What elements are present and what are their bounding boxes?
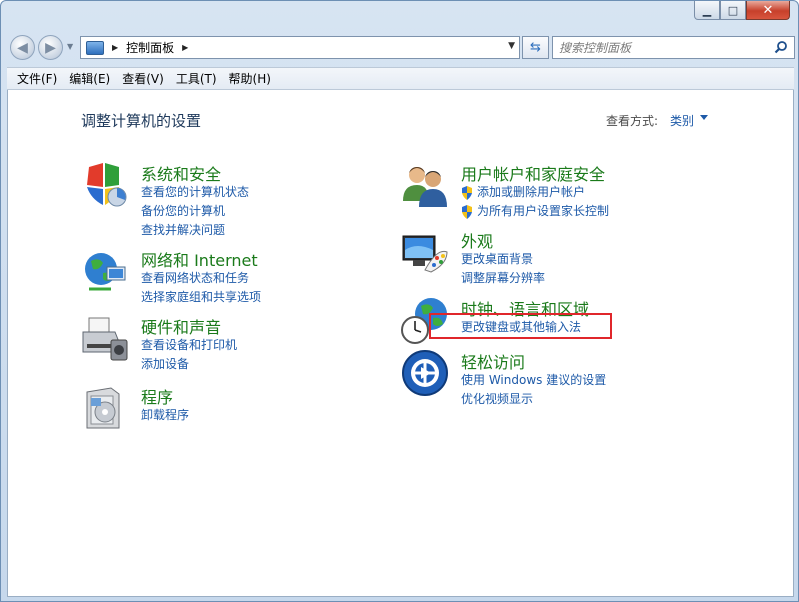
refresh-icon: ⇆ bbox=[530, 40, 541, 55]
category-title[interactable]: 用户帐户和家庭安全 bbox=[461, 161, 605, 185]
breadcrumb-separator-icon[interactable]: ▶ bbox=[112, 43, 118, 52]
back-arrow-icon: ◀ bbox=[17, 39, 28, 56]
menu-tools[interactable]: 工具(T) bbox=[170, 68, 223, 89]
category-network: 网络和 Internet 查看网络状态和任务 选择家庭组和共享选项 bbox=[81, 247, 381, 307]
category-hardware: 硬件和声音 查看设备和打印机 添加设备 bbox=[81, 314, 381, 374]
link-optimize-video-display[interactable]: 优化视频显示 bbox=[461, 390, 606, 409]
caption-buttons: ▁ □ ✕ bbox=[694, 1, 790, 20]
uac-shield-icon bbox=[462, 205, 472, 219]
link-add-remove-accounts[interactable]: 添加或删除用户帐户 bbox=[461, 183, 609, 202]
category-title[interactable]: 外观 bbox=[461, 228, 493, 252]
address-dropdown-icon[interactable]: ▼ bbox=[508, 41, 515, 51]
recent-pages-dropdown[interactable]: ▼ bbox=[67, 42, 77, 51]
category-title[interactable]: 系统和安全 bbox=[141, 161, 221, 185]
forward-button[interactable]: ▶ bbox=[38, 35, 63, 60]
link-backup-computer[interactable]: 备份您的计算机 bbox=[141, 202, 249, 221]
search-input[interactable] bbox=[559, 40, 764, 55]
uac-shield-icon bbox=[462, 186, 472, 200]
category-title[interactable]: 网络和 Internet bbox=[141, 247, 258, 271]
link-parental-controls[interactable]: 为所有用户设置家长控制 bbox=[461, 202, 609, 221]
menu-view[interactable]: 查看(V) bbox=[116, 68, 170, 89]
link-change-desktop-background[interactable]: 更改桌面背景 bbox=[461, 250, 545, 269]
control-panel-icon bbox=[86, 40, 104, 55]
monitor-palette-icon bbox=[402, 235, 448, 273]
search-icon[interactable] bbox=[774, 40, 788, 54]
control-panel-content: 调整计算机的设置 查看方式: 类别 系统和安全 查看您的计算机状态 备份您的计算… bbox=[7, 90, 794, 597]
category-user-accounts: 用户帐户和家庭安全 添加或删除用户帐户 为所有用户设置家长控制 bbox=[401, 161, 721, 221]
link-view-network-status[interactable]: 查看网络状态和任务 bbox=[141, 269, 261, 288]
users-icon bbox=[403, 167, 447, 207]
menu-file[interactable]: 文件(F) bbox=[11, 68, 63, 89]
view-by-caret-icon[interactable] bbox=[700, 115, 708, 120]
highlight-annotation-box bbox=[429, 313, 612, 339]
category-title[interactable]: 程序 bbox=[141, 384, 173, 408]
category-system-security: 系统和安全 查看您的计算机状态 备份您的计算机 查找并解决问题 bbox=[81, 161, 381, 241]
menu-help[interactable]: 帮助(H) bbox=[223, 68, 277, 89]
link-find-fix-problems[interactable]: 查找并解决问题 bbox=[141, 221, 249, 240]
forward-arrow-icon: ▶ bbox=[45, 39, 56, 56]
address-toolbar: ◀ ▶ ▼ ▶ 控制面板 ▶ ▼ ⇆ bbox=[7, 34, 795, 60]
link-adjust-resolution[interactable]: 调整屏幕分辨率 bbox=[461, 269, 545, 288]
back-button[interactable]: ◀ bbox=[10, 35, 35, 60]
link-uninstall-program[interactable]: 卸载程序 bbox=[141, 406, 189, 425]
menu-edit[interactable]: 编辑(E) bbox=[63, 68, 116, 89]
category-title[interactable]: 轻松访问 bbox=[461, 349, 525, 373]
view-by-label: 查看方式: bbox=[606, 114, 659, 128]
address-bar[interactable]: ▶ 控制面板 ▶ ▼ bbox=[80, 36, 520, 59]
link-view-devices-printers[interactable]: 查看设备和打印机 bbox=[141, 336, 237, 355]
refresh-button[interactable]: ⇆ bbox=[522, 36, 549, 59]
page-title: 调整计算机的设置 bbox=[81, 112, 202, 130]
minimize-button[interactable]: ▁ bbox=[694, 1, 720, 20]
maximize-button[interactable]: □ bbox=[720, 1, 746, 20]
link-view-computer-status[interactable]: 查看您的计算机状态 bbox=[141, 183, 249, 202]
link-add-device[interactable]: 添加设备 bbox=[141, 355, 237, 374]
close-button[interactable]: ✕ bbox=[746, 1, 790, 20]
ease-of-access-icon bbox=[402, 350, 448, 396]
category-title[interactable]: 硬件和声音 bbox=[141, 314, 221, 338]
view-by-dropdown[interactable]: 类别 bbox=[670, 112, 694, 129]
globe-network-icon bbox=[85, 253, 126, 291]
menu-bar: 文件(F) 编辑(E) 查看(V) 工具(T) 帮助(H) bbox=[7, 67, 794, 90]
shield-icon bbox=[87, 163, 127, 207]
printer-icon bbox=[82, 317, 128, 361]
search-box[interactable] bbox=[552, 36, 795, 59]
link-label: 为所有用户设置家长控制 bbox=[477, 204, 610, 218]
category-programs: 程序 卸载程序 bbox=[81, 384, 381, 444]
link-homegroup-sharing[interactable]: 选择家庭组和共享选项 bbox=[141, 288, 261, 307]
link-windows-recommended-settings[interactable]: 使用 Windows 建议的设置 bbox=[461, 371, 606, 390]
category-appearance: 外观 更改桌面背景 调整屏幕分辨率 bbox=[401, 228, 721, 288]
program-box-icon bbox=[86, 387, 120, 429]
category-ease-of-access: 轻松访问 使用 Windows 建议的设置 优化视频显示 bbox=[401, 349, 721, 409]
link-label: 添加或删除用户帐户 bbox=[477, 185, 586, 199]
breadcrumb-chevron-icon[interactable]: ▶ bbox=[182, 43, 188, 52]
breadcrumb-control-panel[interactable]: 控制面板 bbox=[126, 39, 174, 56]
window-frame: ▁ □ ✕ ◀ ▶ ▼ ▶ 控制面板 ▶ ▼ ⇆ 文件(F) 编辑(E) 查看(… bbox=[0, 0, 799, 602]
